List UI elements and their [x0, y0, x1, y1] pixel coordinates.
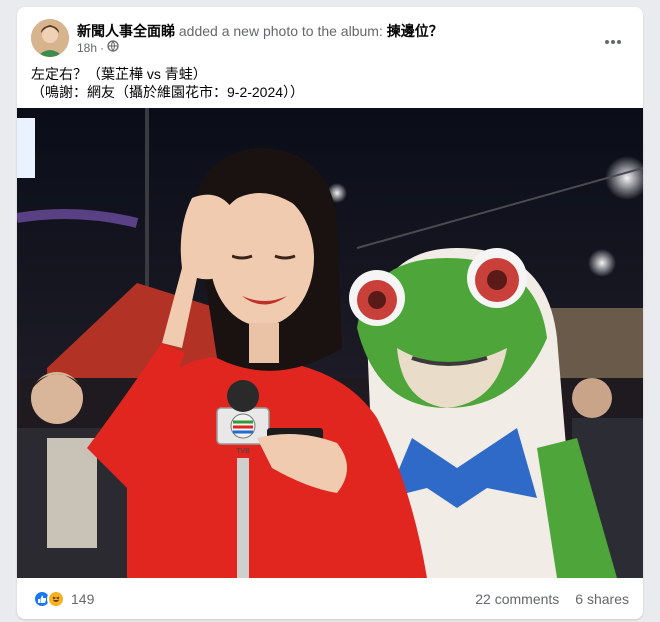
globe-icon: [107, 40, 119, 55]
page-avatar[interactable]: [31, 19, 69, 57]
post-photo[interactable]: TVB: [17, 108, 643, 578]
action-text: added a new photo to the album:: [178, 23, 383, 39]
reaction-summary[interactable]: 149: [33, 590, 94, 608]
more-options-button[interactable]: [595, 23, 631, 59]
post-timestamp[interactable]: 18h: [77, 41, 97, 55]
shares-count-link[interactable]: 6 shares: [575, 591, 629, 607]
reaction-count[interactable]: 149: [71, 591, 94, 607]
post-header: 新聞人事全面睇 added a new photo to the album: …: [77, 21, 443, 41]
mic-logo-text: TVB: [236, 448, 250, 455]
caption-line: （鳴謝：網友（攝於維園花市：9-2-2024））: [31, 84, 305, 100]
more-dots-icon: [604, 32, 622, 50]
post-meta: 18h ·: [77, 40, 119, 55]
engagement-stats: 22 comments 6 shares: [475, 591, 629, 607]
post-card: 新聞人事全面睇 added a new photo to the album: …: [17, 7, 643, 619]
post-footer: 149 22 comments 6 shares: [17, 579, 643, 619]
page-name-link[interactable]: 新聞人事全面睇: [77, 23, 175, 39]
album-link[interactable]: 揀邊位？: [387, 23, 443, 39]
caption-line: 左定右？（葉芷樺 vs 青蛙）: [31, 66, 207, 82]
haha-reaction-icon: [47, 590, 65, 608]
comments-count-link[interactable]: 22 comments: [475, 591, 559, 607]
post-caption: 左定右？（葉芷樺 vs 青蛙） （鳴謝：網友（攝於維園花市：9-2-2024））: [31, 65, 304, 101]
